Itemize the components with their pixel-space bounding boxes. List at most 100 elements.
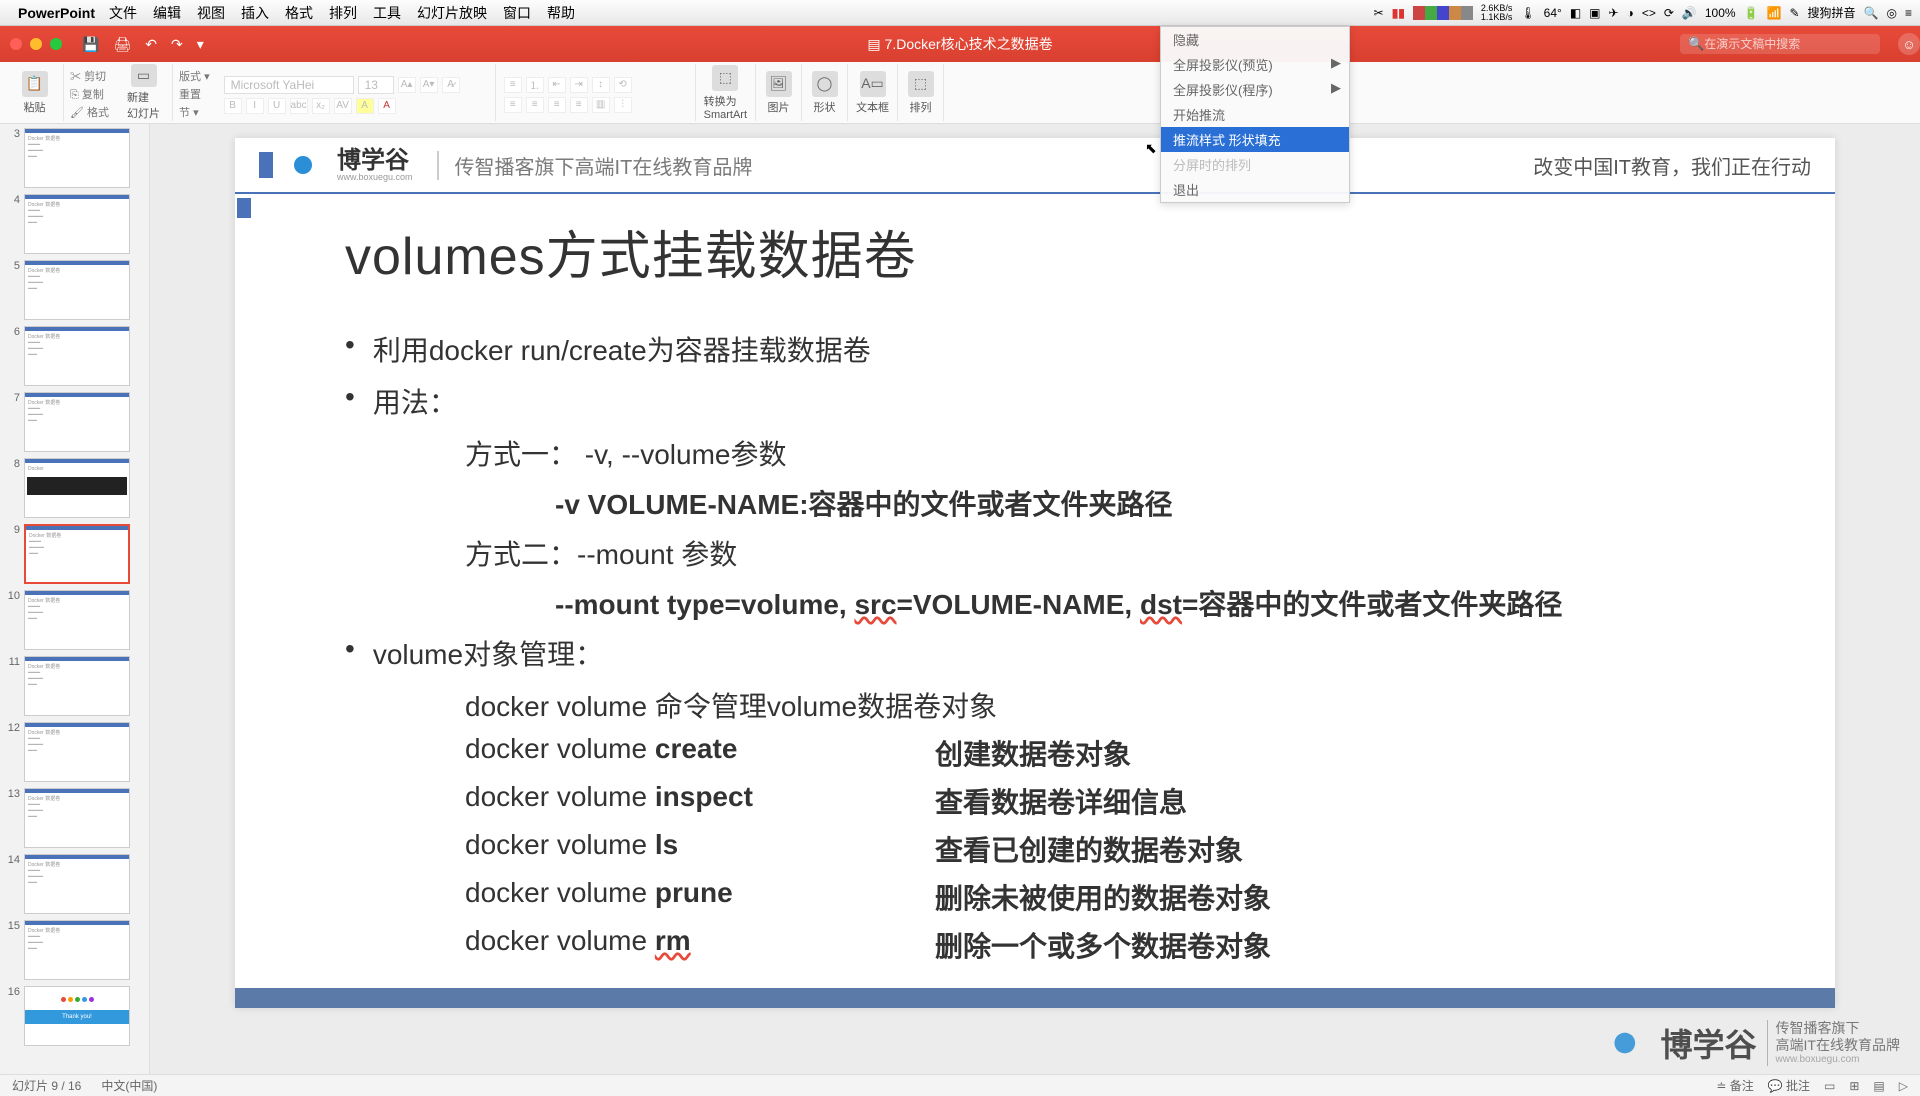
view-sorter-icon[interactable]: ⊞: [1849, 1079, 1859, 1093]
menu-file[interactable]: 文件: [109, 3, 137, 23]
font-size-select[interactable]: 13: [358, 76, 394, 94]
siri-icon[interactable]: ◎: [1887, 6, 1897, 20]
sub-button[interactable]: x₂: [312, 98, 330, 114]
notification-icon[interactable]: ≡: [1905, 6, 1912, 20]
menu-tools[interactable]: 工具: [373, 3, 401, 23]
thumb-row[interactable]: 4Docker 数据卷━━━━━━━━━━━━: [0, 194, 149, 254]
indent-dec-button[interactable]: ⇤: [548, 77, 566, 93]
tray-icon-6[interactable]: ⟳: [1664, 6, 1674, 20]
view-slideshow-icon[interactable]: ▷: [1899, 1079, 1908, 1093]
undo-icon[interactable]: ↶: [145, 36, 157, 53]
slide-thumbnail[interactable]: Docker 数据卷━━━━━━━━━━━━: [24, 326, 130, 386]
pause-icon[interactable]: ▮▮: [1392, 6, 1405, 20]
shape-group[interactable]: ◯ 形状: [802, 64, 848, 121]
menu-window[interactable]: 窗口: [503, 3, 531, 23]
thumb-row[interactable]: 3Docker 数据卷━━━━━━━━━━━━: [0, 128, 149, 188]
menu-insert[interactable]: 插入: [241, 3, 269, 23]
menu-slideshow[interactable]: 幻灯片放映: [417, 3, 487, 23]
thumb-row[interactable]: 16Thank you!: [0, 986, 149, 1046]
ime-label[interactable]: 搜狗拼音: [1808, 4, 1856, 21]
thumb-row[interactable]: 9Docker 数据卷━━━━━━━━━━━━: [0, 524, 149, 584]
dropdown-item[interactable]: 推流样式 形状填充: [1161, 127, 1349, 152]
slide-thumbnail[interactable]: Docker 数据卷━━━━━━━━━━━━: [24, 194, 130, 254]
slide-thumbnail[interactable]: Docker 数据卷━━━━━━━━━━━━: [24, 524, 130, 584]
menu-view[interactable]: 视图: [197, 3, 225, 23]
tray-icon-5[interactable]: <>: [1642, 6, 1656, 20]
bullets-button[interactable]: ≡: [504, 77, 522, 93]
paste-group[interactable]: 📋 粘贴: [6, 64, 64, 121]
indent-inc-button[interactable]: ⇥: [570, 77, 588, 93]
text-dir-button[interactable]: ⟲: [614, 77, 632, 93]
thumb-row[interactable]: 5Docker 数据卷━━━━━━━━━━━━: [0, 260, 149, 320]
view-normal-icon[interactable]: ▭: [1824, 1079, 1835, 1093]
format-painter-button[interactable]: 🖌 格式: [70, 104, 109, 120]
wifi-icon[interactable]: 📶: [1767, 6, 1782, 20]
decrease-font-button[interactable]: A▾: [420, 77, 438, 93]
zoom-button[interactable]: [50, 38, 62, 50]
underline-button[interactable]: U: [268, 98, 286, 114]
volume-icon[interactable]: 🔊: [1682, 6, 1697, 20]
search-box[interactable]: 🔍: [1680, 34, 1880, 54]
scissors-icon[interactable]: ✂: [1374, 6, 1384, 20]
slide-thumbnail[interactable]: Docker 数据卷━━━━━━━━━━━━: [24, 854, 130, 914]
slide-thumbnail[interactable]: Docker 数据卷━━━━━━━━━━━━: [24, 656, 130, 716]
tray-icon-3[interactable]: ✈: [1609, 6, 1619, 20]
dropdown-item[interactable]: 退出: [1161, 177, 1349, 202]
slide-thumbnail[interactable]: Thank you!: [24, 986, 130, 1046]
thumb-row[interactable]: 11Docker 数据卷━━━━━━━━━━━━: [0, 656, 149, 716]
arrange-group[interactable]: ⬚ 排列: [898, 64, 944, 121]
feedback-button[interactable]: ☺: [1898, 33, 1920, 55]
copy-button[interactable]: ⎘ 复制: [70, 86, 109, 102]
spacing-button[interactable]: AV: [334, 98, 352, 114]
italic-button[interactable]: I: [246, 98, 264, 114]
dropdown-item[interactable]: 全屏投影仪(预览)▶: [1161, 52, 1349, 77]
slide-thumbnail[interactable]: Docker 数据卷━━━━━━━━━━━━: [24, 722, 130, 782]
increase-font-button[interactable]: A▴: [398, 77, 416, 93]
strike-button[interactable]: abc: [290, 98, 308, 114]
slide-thumbnail[interactable]: Docker: [24, 458, 130, 518]
thumb-row[interactable]: 8Docker: [0, 458, 149, 518]
dropdown-item[interactable]: 开始推流: [1161, 102, 1349, 127]
picture-group[interactable]: 🖼 图片: [756, 64, 802, 121]
slide-thumbnail-panel[interactable]: 3Docker 数据卷━━━━━━━━━━━━4Docker 数据卷━━━━━━…: [0, 124, 150, 1074]
cut-button[interactable]: ✂ 剪切: [70, 68, 109, 84]
print-icon[interactable]: 🖨: [113, 36, 131, 53]
menu-arrange[interactable]: 排列: [329, 3, 357, 23]
app-name[interactable]: PowerPoint: [18, 5, 95, 21]
slide-thumbnail[interactable]: Docker 数据卷━━━━━━━━━━━━: [24, 128, 130, 188]
smartart-group[interactable]: ⬚ 转换为 SmartArt: [696, 64, 756, 121]
new-slide-group[interactable]: ▭ 新建 幻灯片: [115, 64, 173, 121]
qat-more-icon[interactable]: ▾: [197, 36, 204, 53]
align-left-button[interactable]: ≡: [504, 97, 522, 113]
slide-canvas[interactable]: 博学谷 www.boxuegu.com 传智播客旗下高端IT在线教育品牌 改变中…: [150, 124, 1920, 1074]
font-family-select[interactable]: Microsoft YaHei: [224, 76, 354, 94]
highlight-button[interactable]: A: [356, 98, 374, 114]
thumb-row[interactable]: 7Docker 数据卷━━━━━━━━━━━━: [0, 392, 149, 452]
clear-format-button[interactable]: A̷: [442, 77, 460, 93]
thumb-row[interactable]: 13Docker 数据卷━━━━━━━━━━━━: [0, 788, 149, 848]
thumb-row[interactable]: 12Docker 数据卷━━━━━━━━━━━━: [0, 722, 149, 782]
slide-thumbnail[interactable]: Docker 数据卷━━━━━━━━━━━━: [24, 788, 130, 848]
ime-icon[interactable]: ✎: [1789, 6, 1799, 20]
tray-icon-2[interactable]: ▣: [1589, 6, 1600, 20]
menu-edit[interactable]: 编辑: [153, 3, 181, 23]
slide-thumbnail[interactable]: Docker 数据卷━━━━━━━━━━━━: [24, 392, 130, 452]
spotlight-icon[interactable]: 🔍: [1864, 6, 1879, 20]
slide-thumbnail[interactable]: Docker 数据卷━━━━━━━━━━━━: [24, 260, 130, 320]
search-input[interactable]: [1704, 37, 1872, 51]
align-right-button[interactable]: ≡: [548, 97, 566, 113]
redo-icon[interactable]: ↷: [171, 36, 183, 53]
reset-button[interactable]: 重置: [179, 86, 210, 102]
slide-thumbnail[interactable]: Docker 数据卷━━━━━━━━━━━━: [24, 920, 130, 980]
thumb-row[interactable]: 10Docker 数据卷━━━━━━━━━━━━: [0, 590, 149, 650]
save-icon[interactable]: 💾: [82, 36, 99, 53]
numbering-button[interactable]: ⒈: [526, 77, 544, 93]
close-button[interactable]: [10, 38, 22, 50]
thumb-row[interactable]: 15Docker 数据卷━━━━━━━━━━━━: [0, 920, 149, 980]
menu-help[interactable]: 帮助: [547, 3, 575, 23]
v-align-button[interactable]: ⫶: [614, 97, 632, 113]
layout-button[interactable]: 版式 ▾: [179, 68, 210, 84]
align-center-button[interactable]: ≡: [526, 97, 544, 113]
slide-thumbnail[interactable]: Docker 数据卷━━━━━━━━━━━━: [24, 590, 130, 650]
dropdown-item[interactable]: 全屏投影仪(程序)▶: [1161, 77, 1349, 102]
